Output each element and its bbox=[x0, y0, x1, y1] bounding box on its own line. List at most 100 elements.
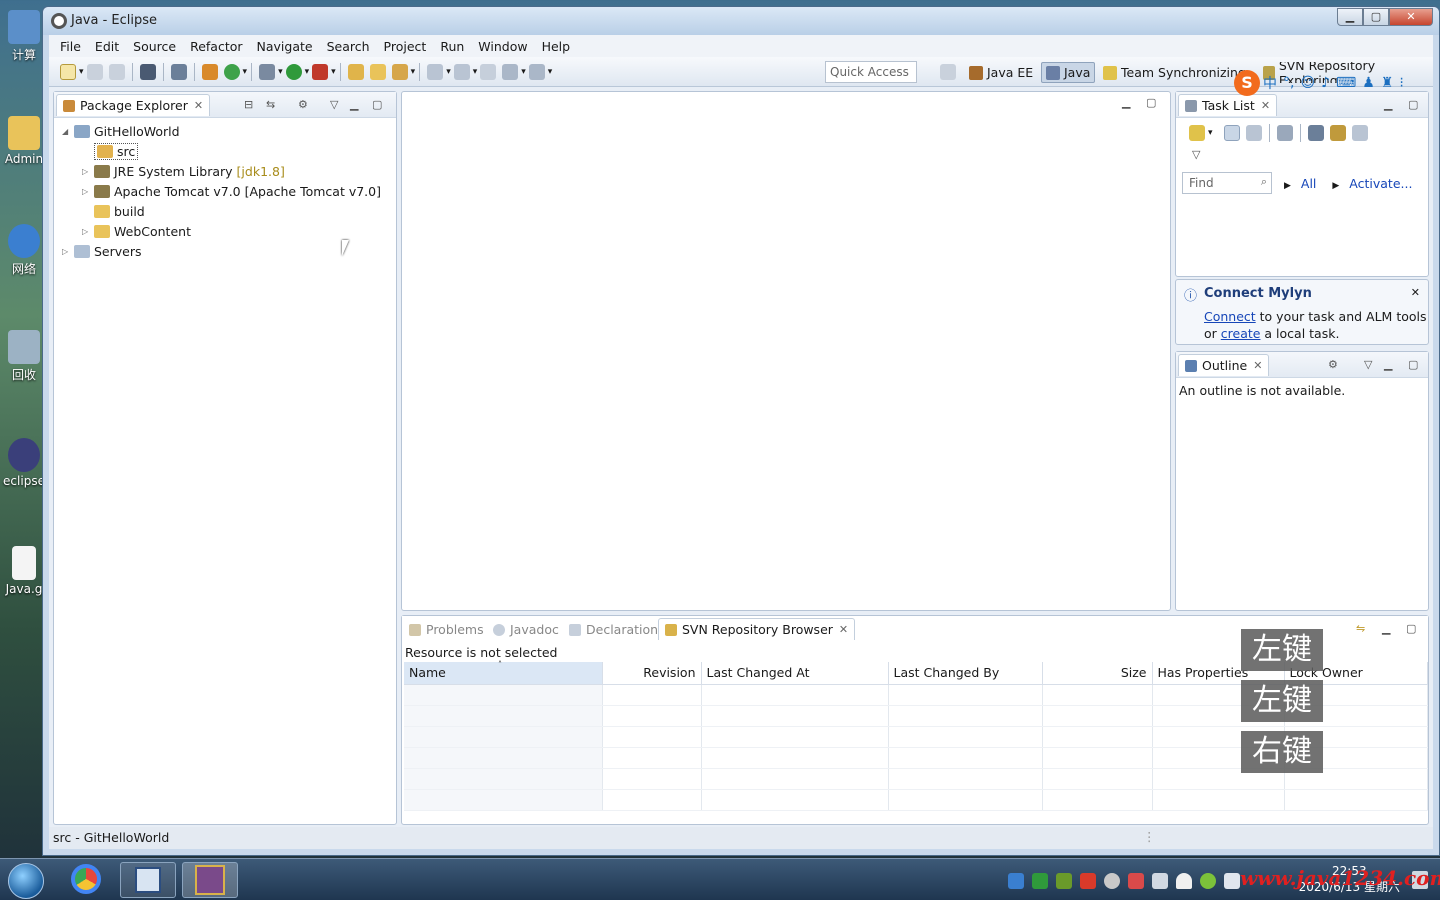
last-edit-icon[interactable] bbox=[480, 64, 497, 80]
column-last-changed-at[interactable]: Last Changed At bbox=[701, 662, 889, 685]
tree-item-build[interactable]: build bbox=[82, 202, 145, 220]
taskbar-app-eclipse[interactable] bbox=[182, 862, 238, 898]
next-annotation-icon[interactable] bbox=[427, 64, 444, 80]
tree-item-servers[interactable]: ▷ Servers bbox=[62, 242, 142, 260]
run-icon[interactable] bbox=[285, 64, 302, 80]
menu-navigate[interactable]: Navigate bbox=[250, 39, 320, 54]
new-task-icon[interactable] bbox=[1189, 125, 1205, 141]
punctuation-icon[interactable]: °, bbox=[1283, 75, 1294, 91]
tree-item-githelloworld[interactable]: ◢ GitHelloWorld bbox=[62, 122, 180, 140]
close-tab-icon[interactable]: ✕ bbox=[1261, 99, 1270, 112]
tab-package-explorer[interactable]: Package Explorer ✕ bbox=[56, 94, 211, 116]
title-bar[interactable]: Java - Eclipse ▁ ▢ ✕ bbox=[43, 7, 1439, 35]
focus-icon[interactable] bbox=[1329, 125, 1346, 141]
column-name[interactable]: Name ˄ bbox=[404, 660, 603, 685]
menu-edit[interactable]: Edit bbox=[88, 39, 126, 54]
skip-breakpoints-icon[interactable] bbox=[170, 64, 187, 80]
close-tab-icon[interactable]: ✕ bbox=[839, 623, 848, 636]
voice-icon[interactable]: ♪ bbox=[1321, 75, 1330, 91]
perspective-java[interactable]: Java bbox=[1041, 62, 1096, 83]
column-last-changed-by[interactable]: Last Changed By bbox=[888, 662, 1043, 685]
minimize-view-icon[interactable]: ▁ bbox=[1382, 622, 1390, 635]
desktop-icon-network[interactable]: 网络 bbox=[2, 224, 46, 277]
new-icon[interactable] bbox=[60, 64, 76, 80]
maximize-view-icon[interactable]: ▢ bbox=[1406, 622, 1416, 635]
tab-problems[interactable]: Problems bbox=[402, 618, 491, 640]
ime-chinese-mode[interactable]: 中 bbox=[1263, 73, 1277, 93]
forward-icon[interactable] bbox=[528, 64, 545, 80]
sync-icon[interactable] bbox=[1276, 125, 1293, 141]
tab-svn-repository-browser[interactable]: SVN Repository Browser ✕ bbox=[658, 618, 856, 640]
app-tray-icon[interactable] bbox=[1128, 873, 1144, 889]
skin-icon[interactable]: ♜ bbox=[1381, 75, 1394, 91]
all-link[interactable]: All bbox=[1301, 176, 1317, 191]
sync-icon[interactable]: ⚙ bbox=[1328, 358, 1338, 371]
taskbar-app-recorder[interactable] bbox=[120, 862, 176, 898]
connect-link[interactable]: Connect bbox=[1204, 309, 1256, 324]
menu-search[interactable]: Search bbox=[320, 39, 377, 54]
save-all-icon[interactable] bbox=[108, 64, 125, 80]
tree-item-jre[interactable]: ▷ JRE System Library [jdk1.8] bbox=[82, 162, 285, 180]
desktop-icon-admin[interactable]: Admin bbox=[2, 116, 46, 166]
column-size[interactable]: Size bbox=[1042, 662, 1153, 685]
menu-project[interactable]: Project bbox=[377, 39, 434, 54]
notification-tray-icon[interactable] bbox=[1176, 873, 1192, 889]
start-button[interactable] bbox=[8, 863, 44, 899]
update-tray-icon[interactable] bbox=[1200, 873, 1216, 889]
prev-annotation-icon[interactable] bbox=[453, 64, 470, 80]
activate-link[interactable]: Activate... bbox=[1349, 176, 1412, 191]
collapsed-arrow-icon[interactable]: ▷ bbox=[82, 187, 94, 196]
scheduled-icon[interactable] bbox=[1245, 125, 1262, 141]
maximize-button[interactable]: ▢ bbox=[1363, 8, 1389, 26]
desktop-icon-recycle-bin[interactable]: 回收 bbox=[2, 330, 46, 383]
desktop-icon-eclipse[interactable]: eclipse bbox=[2, 438, 46, 488]
external-tools-icon[interactable] bbox=[312, 64, 329, 80]
collapse-all-icon[interactable]: ⊟ bbox=[244, 98, 253, 111]
debug-icon[interactable] bbox=[259, 64, 276, 80]
menu-refactor[interactable]: Refactor bbox=[183, 39, 249, 54]
expanded-arrow-icon[interactable]: ◢ bbox=[62, 127, 74, 136]
tree-item-src[interactable]: src bbox=[82, 142, 139, 160]
close-mylyn-icon[interactable]: ✕ bbox=[1411, 286, 1420, 299]
create-link[interactable]: create bbox=[1221, 326, 1261, 341]
display-tray-icon[interactable] bbox=[1152, 873, 1168, 889]
terminal-icon[interactable] bbox=[139, 64, 156, 80]
tab-outline[interactable]: Outline ✕ bbox=[1178, 354, 1270, 376]
perspective-java-ee[interactable]: Java EE bbox=[965, 62, 1037, 83]
minimize-view-icon[interactable]: ▁ bbox=[1384, 358, 1392, 371]
quick-access-input[interactable]: Quick Access bbox=[825, 61, 917, 83]
collapse-icon[interactable] bbox=[1351, 125, 1368, 141]
security-tray-icon[interactable] bbox=[1032, 873, 1048, 889]
maximize-editor-icon[interactable]: ▢ bbox=[1146, 96, 1156, 109]
nvidia-tray-icon[interactable] bbox=[1056, 873, 1072, 889]
desktop-icon-computer[interactable]: 计算 bbox=[2, 10, 46, 63]
link-icon[interactable]: ⇋ bbox=[1356, 622, 1365, 635]
hide-completed-icon[interactable] bbox=[1307, 125, 1324, 141]
view-menu-icon[interactable]: ▽ bbox=[1192, 148, 1200, 161]
collapsed-arrow-icon[interactable]: ▷ bbox=[82, 167, 94, 176]
volume-tray-icon[interactable] bbox=[1224, 873, 1240, 889]
sogou-tray-icon[interactable] bbox=[1080, 873, 1096, 889]
save-icon[interactable] bbox=[86, 64, 103, 80]
task-find-input[interactable]: Find ⌕ bbox=[1182, 172, 1272, 194]
ime-grid-icon[interactable]: ⁝ bbox=[1399, 75, 1403, 91]
settings-tray-icon[interactable] bbox=[1104, 873, 1120, 889]
taskbar-app-chrome[interactable] bbox=[58, 862, 114, 898]
search-pen-icon[interactable] bbox=[391, 64, 408, 80]
minimize-editor-icon[interactable]: ▁ bbox=[1122, 96, 1130, 109]
user-icon[interactable]: ♟ bbox=[1362, 75, 1375, 91]
view-menu-icon[interactable]: ▽ bbox=[1364, 358, 1372, 371]
minimize-button[interactable]: ▁ bbox=[1337, 8, 1363, 26]
keyboard-icon[interactable]: ⌨ bbox=[1336, 75, 1356, 91]
table-row[interactable] bbox=[404, 789, 1428, 811]
open-folder-icon[interactable] bbox=[369, 64, 386, 80]
server-icon[interactable] bbox=[201, 64, 218, 80]
tree-item-tomcat[interactable]: ▷ Apache Tomcat v7.0 [Apache Tomcat v7.0… bbox=[82, 182, 381, 200]
close-button[interactable]: ✕ bbox=[1389, 8, 1433, 26]
emoji-icon[interactable]: ☺ bbox=[1300, 75, 1315, 91]
close-tab-icon[interactable]: ✕ bbox=[1253, 359, 1262, 372]
filter-icon[interactable]: ⚙ bbox=[298, 98, 308, 111]
open-perspective-icon[interactable] bbox=[940, 64, 956, 80]
collapsed-arrow-icon[interactable]: ▷ bbox=[62, 247, 74, 256]
menu-window[interactable]: Window bbox=[471, 39, 534, 54]
